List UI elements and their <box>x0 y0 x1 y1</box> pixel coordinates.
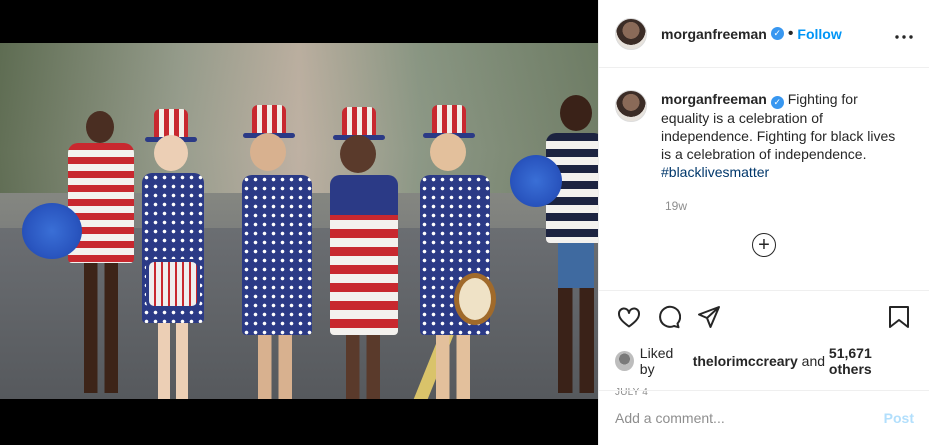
follow-button[interactable]: Follow <box>797 26 841 42</box>
bookmark-icon[interactable] <box>885 303 913 331</box>
share-icon[interactable] <box>695 303 723 331</box>
likes-prefix: Liked by <box>639 345 674 377</box>
add-comment-bar: Post <box>599 390 929 445</box>
heart-icon[interactable] <box>615 303 643 331</box>
action-icon-row <box>615 301 913 333</box>
verified-badge-icon: ✓ <box>770 27 784 40</box>
post-photo[interactable] <box>0 43 598 399</box>
post-actions: Liked by thelorimccreary and 51,671 othe… <box>599 290 929 398</box>
comments-section: morganfreeman ✓ Fighting for equality is … <box>599 68 929 290</box>
caption-username[interactable]: morganfreeman <box>661 91 767 107</box>
hashtag-link[interactable]: #blacklivesmatter <box>661 164 769 180</box>
avatar[interactable] <box>615 17 647 50</box>
separator-dot: • <box>787 24 794 42</box>
plus-circle-icon[interactable]: + <box>752 233 776 257</box>
post-header: morganfreeman ✓ • Follow <box>599 0 929 68</box>
likes-conjunction: and <box>801 353 826 369</box>
photo-pompom <box>510 155 562 207</box>
photo-pompom <box>22 203 82 259</box>
likes-summary: Liked by thelorimccreary and 51,671 othe… <box>615 345 913 377</box>
more-horizontal-icon[interactable] <box>895 23 913 44</box>
post-comment-button[interactable]: Post <box>884 410 914 426</box>
comment-input[interactable] <box>615 410 884 426</box>
username-link[interactable]: morganfreeman <box>661 26 767 42</box>
comment-icon[interactable] <box>655 303 683 331</box>
liker-username[interactable]: thelorimccreary <box>693 353 798 369</box>
likes-others-link[interactable]: 51,671 others <box>829 345 913 377</box>
verified-badge-icon: ✓ <box>770 96 784 109</box>
media-pane <box>0 0 598 445</box>
caption-avatar[interactable] <box>615 90 647 122</box>
liker-avatar[interactable] <box>615 351 634 371</box>
caption-time-ago[interactable]: 19w <box>665 199 913 213</box>
caption-text: morganfreeman ✓ Fighting for equality is … <box>661 90 906 181</box>
post-side-panel: morganfreeman ✓ • Follow morganfreeman ✓ … <box>598 0 929 445</box>
caption-row: morganfreeman ✓ Fighting for equality is … <box>615 90 913 181</box>
